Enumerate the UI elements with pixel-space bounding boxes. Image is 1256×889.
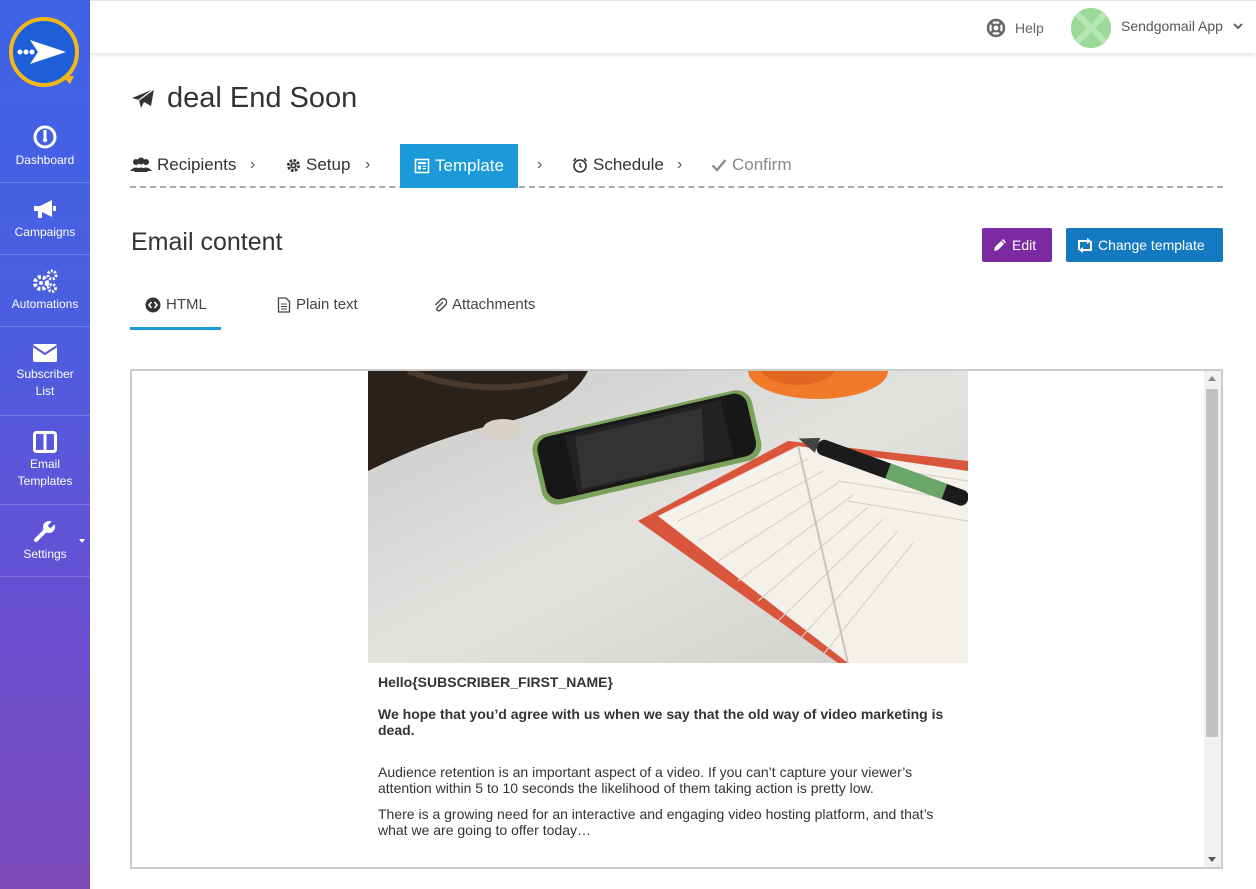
step-label: Setup (306, 155, 351, 174)
wizard-steps: Recipients › Setup › Template › Schedule… (130, 144, 1223, 188)
help-label: Help (1015, 20, 1044, 36)
envelope-icon (32, 343, 58, 362)
sidebar-item-settings[interactable]: Settings (0, 505, 90, 577)
user-menu[interactable]: Sendgomail App (1121, 18, 1243, 34)
wrench-icon (34, 519, 57, 542)
email-body: Hello{SUBSCRIBER_FIRST_NAME} We hope tha… (378, 674, 958, 848)
edit-button-label: Edit (1012, 237, 1037, 253)
page-title-text: deal End Soon (167, 82, 358, 114)
scrollbar[interactable] (1204, 371, 1221, 867)
caret-down-icon (79, 539, 85, 543)
email-greeting: Hello{SUBSCRIBER_FIRST_NAME} (378, 674, 613, 690)
scroll-down-arrow-icon[interactable] (1208, 857, 1216, 862)
edit-button[interactable]: Edit (982, 228, 1052, 262)
email-paragraph: There is a growing need for an interacti… (378, 806, 934, 838)
step-template[interactable]: Template (400, 144, 518, 188)
scroll-up-arrow-icon[interactable] (1208, 376, 1216, 381)
sidebar-item-label: Settings (23, 546, 67, 561)
step-schedule[interactable]: Schedule (572, 144, 664, 186)
retweet-icon (1078, 237, 1092, 253)
tab-attachments[interactable]: Attachments (433, 296, 535, 330)
users-icon (130, 157, 152, 172)
top-bar: Help Sendgomail App (90, 0, 1256, 53)
tab-html[interactable]: HTML (130, 296, 221, 330)
sidebar-item-label: Automations (11, 296, 79, 311)
tab-label: Plain text (296, 296, 358, 313)
step-label: Confirm (732, 155, 792, 174)
template-icon (414, 158, 430, 174)
step-recipients[interactable]: Recipients (130, 144, 236, 186)
tab-label: Attachments (452, 296, 536, 313)
email-paragraph: Audience retention is an important aspec… (378, 764, 913, 796)
sidebar-item-campaigns[interactable]: Campaigns (0, 183, 90, 255)
logo[interactable] (8, 16, 80, 88)
help-link[interactable]: Help (986, 18, 1044, 38)
lifebuoy-icon (986, 18, 1006, 38)
page-title: deal End Soon (131, 82, 357, 115)
chevron-right-icon: › (365, 156, 371, 173)
step-label: Recipients (157, 155, 237, 174)
sidebar-item-email-templates[interactable]: Email Templates (0, 416, 90, 505)
chevron-down-icon (1233, 22, 1243, 29)
sidebar-item-label: Subscriber List (16, 366, 74, 398)
avatar[interactable] (1071, 8, 1111, 48)
code-icon (145, 297, 161, 313)
chevron-right-icon: › (537, 156, 543, 173)
sidebar-item-label: Campaigns (14, 224, 76, 239)
paperclip-icon (435, 297, 447, 312)
alarm-clock-icon (572, 157, 588, 173)
change-template-button[interactable]: Change template (1066, 228, 1223, 262)
check-icon (711, 159, 727, 172)
scrollbar-thumb[interactable] (1206, 389, 1218, 737)
megaphone-icon (34, 199, 56, 218)
user-name: Sendgomail App (1121, 18, 1223, 34)
email-preview-frame[interactable]: Hello{SUBSCRIBER_FIRST_NAME} We hope tha… (130, 369, 1223, 869)
tab-plain-text[interactable]: Plain text (277, 296, 358, 330)
hero-photo (368, 371, 968, 663)
columns-icon (33, 430, 57, 453)
gear-icon (287, 158, 300, 172)
change-template-label: Change template (1098, 237, 1205, 253)
sidebar-item-automations[interactable]: Automations (0, 255, 90, 327)
chevron-right-icon: › (250, 156, 256, 173)
sidebar-item-subscriber-list[interactable]: Subscriber List (0, 327, 90, 416)
pencil-icon (994, 239, 1006, 251)
step-confirm[interactable]: Confirm (711, 144, 792, 186)
sidebar: Dashboard Campaigns Automations Subscrib… (0, 0, 90, 889)
sidebar-item-label: Email Templates (17, 456, 73, 488)
chevron-right-icon: › (677, 156, 683, 173)
step-label: Template (435, 156, 504, 175)
section-title: Email content (131, 228, 283, 256)
email-lead: We hope that you’d agree with us when we… (378, 706, 944, 738)
tab-label: HTML (166, 296, 207, 313)
cogs-icon (33, 269, 58, 293)
paper-plane-icon (132, 88, 155, 108)
hero-image (368, 371, 968, 663)
step-setup[interactable]: Setup (286, 144, 350, 186)
avatar-pattern (1071, 8, 1111, 48)
document-icon (277, 297, 291, 313)
sidebar-item-label: Dashboard (15, 153, 75, 167)
sidebar-item-dashboard[interactable]: Dashboard (0, 112, 90, 183)
step-label: Schedule (593, 155, 664, 174)
dashboard-icon (33, 125, 57, 149)
